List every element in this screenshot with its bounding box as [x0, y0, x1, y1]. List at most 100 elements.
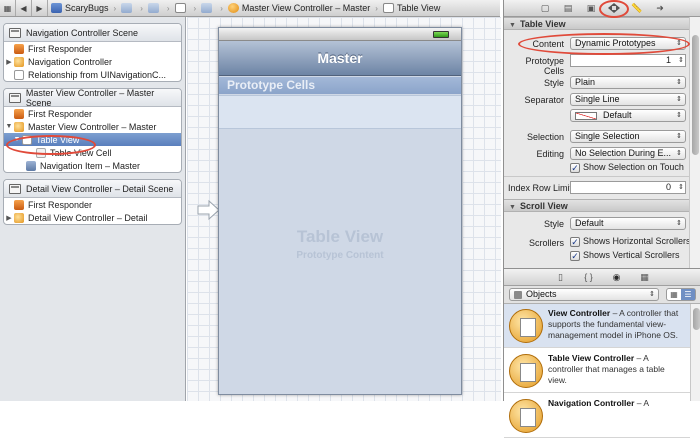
- scroll-view-section-header[interactable]: ▼ Scroll View: [504, 199, 689, 212]
- outline-item-detail-view-controller[interactable]: ▶ Detail View Controller – Detail: [4, 211, 181, 224]
- scene-navigation-controller: Navigation Controller Scene First Respon…: [3, 23, 182, 82]
- view-controller-icon: [227, 3, 239, 13]
- project-icon: [51, 3, 62, 13]
- breadcrumb-project[interactable]: ScaryBugs: [48, 3, 112, 13]
- scene-detail-view-controller: Detail View Controller – Detail Scene Fi…: [3, 179, 182, 225]
- scene-header[interactable]: Navigation Controller Scene: [4, 24, 181, 42]
- file-inspector-icon[interactable]: ▢: [534, 1, 557, 16]
- outline-item-table-view-cell[interactable]: Table View Cell: [4, 146, 181, 159]
- disclosure-triangle-icon[interactable]: ▶: [4, 58, 14, 66]
- scroll-style-label: Style: [543, 219, 564, 229]
- navigation-item-icon: [26, 160, 36, 171]
- scene-icon: [201, 3, 213, 13]
- disclosure-triangle-open-icon[interactable]: ▼: [12, 136, 22, 143]
- folder-icon: [147, 3, 159, 13]
- master-view-controller-frame[interactable]: Master Prototype Cells Table View Protot…: [218, 27, 462, 395]
- table-cell-icon: [36, 147, 46, 158]
- outline-item-relationship[interactable]: Relationship from UINavigationC...: [4, 68, 181, 81]
- scene-icon: [9, 27, 21, 38]
- prototype-cell[interactable]: [219, 95, 461, 129]
- library-scrollbar[interactable]: [690, 304, 700, 401]
- disclosure-triangle-open-icon[interactable]: ▼: [4, 123, 14, 130]
- updown-icon: ⇕: [676, 79, 682, 86]
- stepper-icon[interactable]: ⇕: [678, 182, 684, 193]
- scrollers-label: Scrollers: [528, 238, 564, 248]
- library-filter-popup[interactable]: Objects ⇕: [509, 288, 659, 301]
- editing-label: Editing: [536, 149, 564, 159]
- connections-inspector-icon[interactable]: ➜: [649, 1, 672, 16]
- outline-item-first-responder[interactable]: First Responder: [4, 107, 181, 120]
- index-row-limit-field[interactable]: 0 ⇕: [570, 181, 686, 194]
- list-view-icon[interactable]: ☰: [681, 289, 695, 300]
- library-item-view-controller[interactable]: View Controller – A controller that supp…: [504, 304, 690, 348]
- outline-item-navigation-controller[interactable]: ▶ Navigation Controller: [4, 55, 181, 68]
- breadcrumb-table-view[interactable]: Table View: [380, 3, 443, 13]
- library-tabs: ▯ { } ◉ ▦: [504, 268, 700, 286]
- prototype-cells-label: Prototype Cells: [525, 56, 564, 76]
- table-view-placeholder-title: Table View: [296, 227, 384, 246]
- outline-item-navigation-item[interactable]: Navigation Item – Master: [4, 159, 181, 172]
- scene-header[interactable]: Master View Controller – Master Scene: [4, 89, 181, 108]
- outline-item-first-responder[interactable]: First Responder: [4, 198, 181, 211]
- view-controller-icon: [14, 212, 24, 223]
- size-inspector-icon[interactable]: 📏: [626, 1, 649, 16]
- forward-arrow-icon[interactable]: ▶: [32, 0, 48, 16]
- divider: [504, 176, 689, 177]
- grid-view-icon[interactable]: ▦: [667, 289, 681, 300]
- scene-header[interactable]: Detail View Controller – Detail Scene: [4, 180, 181, 198]
- code-snippet-library-icon[interactable]: { }: [575, 270, 603, 285]
- object-library-icon[interactable]: ◉: [603, 270, 631, 285]
- disclosure-triangle-icon[interactable]: ▶: [4, 214, 14, 222]
- show-selection-on-touch-checkbox[interactable]: ✓ Show Selection on Touch: [570, 162, 684, 173]
- editing-popup[interactable]: No Selection During E... ⇕: [570, 147, 686, 160]
- view-controller-icon: [509, 309, 543, 343]
- status-bar: [219, 28, 461, 41]
- breadcrumb-separator: ›: [220, 3, 223, 13]
- scrollbar-thumb[interactable]: [692, 35, 699, 155]
- prototype-cells-header: Prototype Cells: [219, 77, 461, 94]
- stepper-icon[interactable]: ⇕: [678, 55, 684, 66]
- back-arrow-icon[interactable]: ◀: [16, 0, 32, 16]
- navigation-bar[interactable]: Master: [219, 41, 461, 76]
- quick-help-icon[interactable]: ▤: [557, 1, 580, 16]
- updown-icon: ⇕: [676, 133, 682, 140]
- color-well-icon: [575, 111, 597, 120]
- breadcrumb-folder[interactable]: [118, 3, 138, 13]
- library-item-table-view-controller[interactable]: Table View Controller – A controller tha…: [504, 349, 690, 393]
- breadcrumb-scene[interactable]: [198, 3, 218, 13]
- separator-popup[interactable]: Single Line ⇕: [570, 93, 686, 106]
- updown-icon: ⇕: [676, 40, 682, 47]
- shows-horizontal-scrollers-checkbox[interactable]: ✓ Shows Horizontal Scrollers: [570, 236, 691, 247]
- cube-icon: [514, 290, 522, 299]
- view-mode-toggle[interactable]: ▦ ☰: [666, 288, 696, 301]
- breadcrumb-folder-2[interactable]: [145, 3, 165, 13]
- scroll-style-popup[interactable]: Default ⇕: [570, 217, 686, 230]
- table-view-section-header[interactable]: ▼ Table View: [504, 17, 689, 30]
- breadcrumb-storyboard[interactable]: [172, 3, 192, 13]
- prototype-cells-field[interactable]: 1 ⇕: [570, 54, 686, 67]
- style-label: Style: [543, 78, 564, 88]
- breadcrumb-separator: ›: [193, 3, 197, 13]
- checkmark-icon: ✓: [570, 250, 580, 261]
- separator-color-popup[interactable]: Default ⇕: [570, 109, 686, 122]
- selection-popup[interactable]: Single Selection ⇕: [570, 130, 686, 143]
- outline-item-table-view[interactable]: ▼ Table View: [4, 133, 181, 146]
- related-items-icon[interactable]: ▦: [0, 0, 16, 16]
- shows-vertical-scrollers-checkbox[interactable]: ✓ Shows Vertical Scrollers: [570, 250, 680, 261]
- breadcrumb-separator: ›: [113, 3, 117, 13]
- updown-icon: ⇕: [676, 112, 682, 119]
- file-template-library-icon[interactable]: ▯: [547, 270, 575, 285]
- identity-inspector-icon[interactable]: ▣: [580, 1, 603, 16]
- battery-icon: [433, 31, 449, 38]
- outline-item-master-view-controller[interactable]: ▼ Master View Controller – Master: [4, 120, 181, 133]
- inspector-scrollbar[interactable]: [689, 17, 700, 268]
- table-view-icon: [382, 3, 394, 13]
- outline-item-first-responder[interactable]: First Responder: [4, 42, 181, 55]
- first-responder-icon: [14, 43, 24, 54]
- media-library-icon[interactable]: ▦: [631, 270, 659, 285]
- scrollbar-thumb[interactable]: [693, 308, 700, 330]
- breadcrumb-view-controller[interactable]: Master View Controller – Master: [225, 3, 373, 13]
- content-popup[interactable]: Dynamic Prototypes ⇕: [570, 37, 686, 50]
- style-popup[interactable]: Plain ⇕: [570, 76, 686, 89]
- attributes-inspector-icon[interactable]: [603, 1, 626, 16]
